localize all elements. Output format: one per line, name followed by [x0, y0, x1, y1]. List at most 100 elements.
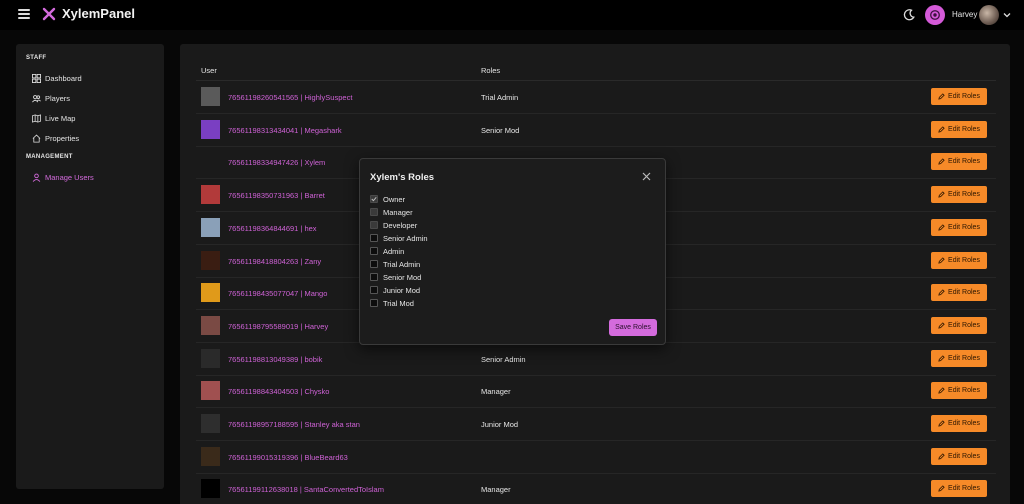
close-icon[interactable]: [642, 172, 651, 181]
edit-roles-button[interactable]: Edit Roles: [931, 415, 987, 432]
sidebar-item-manage-users[interactable]: Manage Users: [32, 171, 94, 183]
edit-roles-button[interactable]: Edit Roles: [931, 88, 987, 105]
role-option: Developer: [370, 220, 417, 230]
edit-roles-button[interactable]: Edit Roles: [931, 120, 987, 138]
roles-modal: Xylem's Roles Owner Manager Developer Senio…: [359, 158, 666, 345]
table-row: 76561198957188595 | Stanley aka stan Juni…: [196, 408, 996, 441]
role-checkbox[interactable]: [370, 247, 378, 255]
edit-roles-label: Edit Roles: [948, 354, 980, 362]
user-link[interactable]: 76561198957188595 | Stanley aka stan: [228, 420, 360, 429]
pencil-icon: [938, 322, 945, 329]
avatar: [201, 283, 220, 303]
user-link[interactable]: 76561198843404503 | Chysko: [228, 387, 329, 396]
edit-roles-button[interactable]: Edit Roles: [931, 316, 987, 334]
edit-roles-label: Edit Roles: [948, 387, 980, 395]
user-link[interactable]: 76561198350731963 | Barret: [228, 191, 325, 200]
app-title: XylemPanel: [62, 6, 135, 21]
role-option-label: Admin: [383, 246, 405, 256]
table-row: 76561199015319396 | BlueBeard63 Edit Role…: [196, 441, 996, 474]
role-label: Senior Admin: [481, 354, 526, 364]
edit-roles-button[interactable]: Edit Roles: [931, 382, 987, 400]
sidebar-item-label: Properties: [45, 133, 80, 143]
avatar: [201, 250, 220, 270]
pencil-icon: [938, 224, 945, 231]
column-header-user: User: [201, 66, 217, 75]
pencil-icon: [938, 485, 945, 493]
table-row: 76561198313434041 | Megashark Senior Mod E…: [196, 114, 996, 147]
dashboard-icon: [32, 73, 41, 83]
sidebar-item-live-map[interactable]: Live Map: [32, 112, 75, 124]
avatar[interactable]: [979, 5, 999, 25]
header-username[interactable]: Harvey: [952, 10, 977, 19]
role-label: Manager: [481, 387, 511, 397]
role-option-label: Developer: [383, 220, 418, 230]
role-option: Manager: [370, 207, 413, 217]
user-link[interactable]: 76561199015319396 | BlueBeard63: [228, 453, 348, 462]
edit-roles-label: Edit Roles: [948, 93, 980, 100]
avatar: [201, 414, 220, 433]
role-option-label: Trial Admin: [383, 259, 421, 269]
edit-roles-button[interactable]: Edit Roles: [931, 186, 987, 204]
edit-roles-label: Edit Roles: [948, 289, 980, 297]
user-link[interactable]: 76561198795589019 | Harvey: [228, 322, 328, 331]
sidebar-item-properties[interactable]: Properties: [32, 132, 79, 144]
role-checkbox[interactable]: [370, 286, 378, 294]
avatar: [201, 119, 220, 139]
role-label: Senior Mod: [481, 125, 520, 135]
user-link[interactable]: 76561198260541565 | HighlySuspect: [228, 93, 352, 102]
table-row: 76561198813049389 | bobik Senior Admin Edi…: [196, 343, 996, 376]
sidebar-item-players[interactable]: Players: [32, 92, 70, 104]
role-checkbox[interactable]: [370, 260, 378, 268]
pencil-icon: [938, 453, 945, 460]
edit-roles-label: Edit Roles: [948, 158, 980, 166]
menu-icon[interactable]: [18, 9, 30, 19]
edit-roles-label: Edit Roles: [948, 420, 980, 427]
column-header-roles: Roles: [481, 66, 501, 75]
edit-roles-button[interactable]: Edit Roles: [931, 447, 987, 465]
edit-roles-button[interactable]: Edit Roles: [931, 284, 987, 302]
edit-roles-label: Edit Roles: [948, 256, 980, 264]
pencil-icon: [938, 158, 945, 166]
pencil-icon: [938, 289, 945, 296]
pencil-icon: [938, 93, 945, 100]
user-link[interactable]: 76561198313434041 | Megashark: [228, 126, 342, 135]
avatar: [201, 185, 220, 205]
notification-avatar-icon[interactable]: [925, 5, 945, 25]
user-link[interactable]: 76561198334947426 | Xylem: [228, 158, 325, 167]
user-link[interactable]: 76561198418804263 | Zany: [228, 257, 321, 266]
edit-roles-label: Edit Roles: [948, 223, 980, 231]
role-label: Trial Admin: [481, 93, 519, 102]
role-label: Manager: [481, 485, 511, 495]
role-checkbox[interactable]: [370, 299, 378, 307]
edit-roles-button[interactable]: Edit Roles: [931, 349, 987, 367]
home-icon: [32, 134, 41, 143]
user-link[interactable]: 76561198813049389 | bobik: [228, 355, 322, 364]
user-icon: [32, 173, 41, 182]
sidebar-section-management: MANAGEMENT: [26, 154, 73, 160]
edit-roles-button[interactable]: Edit Roles: [931, 153, 987, 171]
role-option: Junior Mod: [370, 285, 420, 295]
role-option: Senior Mod: [370, 272, 421, 282]
user-link[interactable]: 76561198435077047 | Mango: [228, 289, 327, 298]
edit-roles-button[interactable]: Edit Roles: [931, 251, 987, 269]
role-option-label: Senior Admin: [383, 233, 428, 243]
role-option-label: Owner: [383, 194, 406, 204]
role-option: Admin: [370, 246, 404, 256]
top-bar: XylemPanel Harvey: [0, 0, 1024, 30]
pencil-icon: [938, 256, 945, 264]
chevron-down-icon[interactable]: [1003, 11, 1011, 19]
sidebar-item-label: Live Map: [45, 113, 76, 123]
role-checkbox: [370, 221, 378, 229]
sidebar-item-dashboard[interactable]: Dashboard: [32, 72, 82, 84]
user-link[interactable]: 76561199112638018 | SantaConvertedToIsla…: [228, 485, 384, 494]
save-roles-button[interactable]: Save Roles: [609, 319, 657, 336]
role-option-label: Senior Mod: [383, 272, 422, 282]
edit-roles-button[interactable]: Edit Roles: [931, 218, 987, 236]
avatar: [201, 315, 220, 335]
role-checkbox[interactable]: [370, 273, 378, 281]
user-link[interactable]: 76561198364844691 | hex: [228, 224, 317, 233]
theme-toggle-icon[interactable]: [902, 8, 916, 22]
edit-roles-button[interactable]: Edit Roles: [931, 480, 987, 498]
role-checkbox[interactable]: [370, 234, 378, 242]
role-option: Trial Mod: [370, 298, 414, 308]
